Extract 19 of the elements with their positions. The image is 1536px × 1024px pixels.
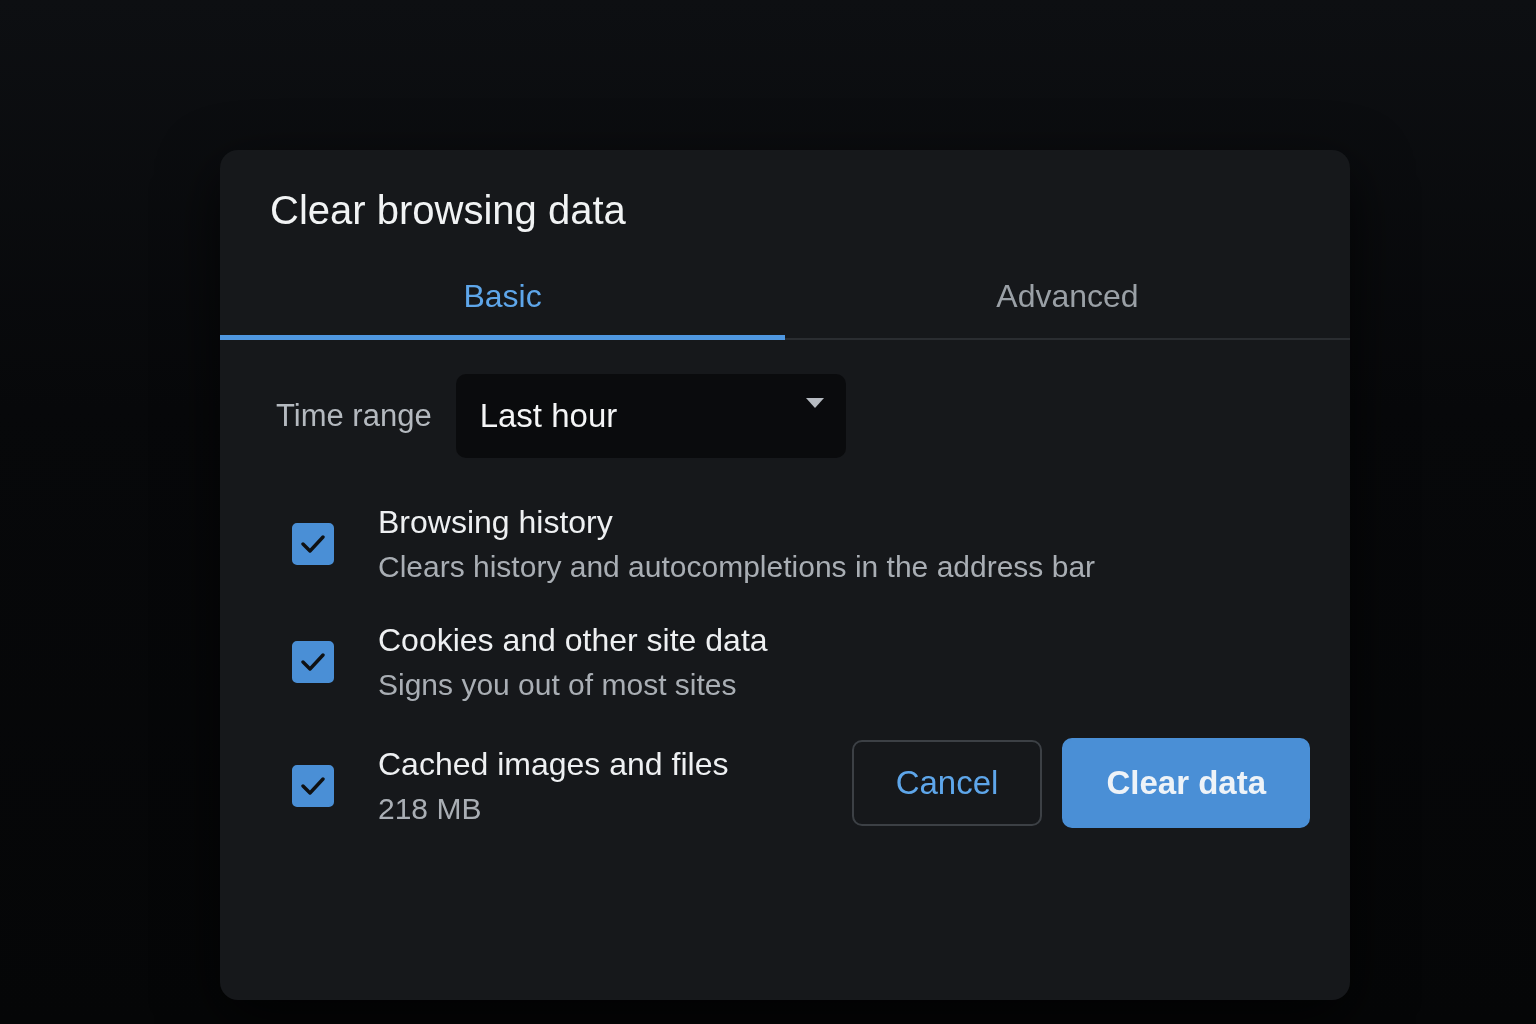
option-title: Cached images and files — [378, 745, 729, 784]
option-description: Clears history and autocompletions in the address bar — [378, 549, 1096, 585]
check-icon — [301, 653, 325, 671]
dialog-title: Clear browsing data — [270, 187, 626, 234]
option-description: 218 MB — [378, 791, 482, 827]
option-description: Signs you out of most sites — [378, 667, 737, 703]
check-icon — [301, 535, 325, 553]
check-icon — [301, 777, 325, 795]
cancel-button[interactable]: Cancel — [851, 740, 1043, 826]
checkbox[interactable] — [292, 765, 334, 807]
checkbox[interactable] — [292, 641, 334, 683]
time-range-dropdown[interactable]: Last hour — [455, 374, 846, 458]
tab[interactable]: Advanced — [785, 260, 1350, 340]
tab[interactable]: Basic — [220, 260, 785, 340]
option-title: Browsing history — [378, 503, 613, 542]
caret-icon — [805, 398, 824, 408]
time-range-label: Time range — [276, 398, 432, 434]
checkbox[interactable] — [292, 523, 334, 565]
option-title: Cookies and other site data — [378, 621, 768, 660]
